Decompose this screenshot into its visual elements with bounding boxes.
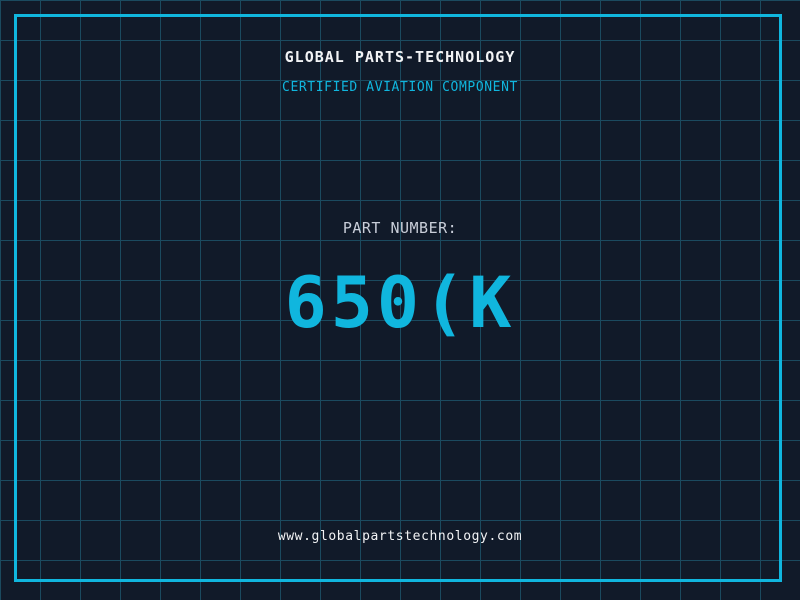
certification-subtitle: CERTIFIED AVIATION COMPONENT [282, 80, 518, 95]
part-number-value: 650(K [284, 262, 516, 344]
company-title: GLOBAL PARTS-TECHNOLOGY [284, 48, 516, 66]
website-url: www.globalpartstechnology.com [277, 529, 523, 544]
part-label-plate: GLOBAL PARTS-TECHNOLOGY CERTIFIED AVIATI… [0, 0, 800, 600]
part-number-label: PART NUMBER: [342, 219, 458, 237]
